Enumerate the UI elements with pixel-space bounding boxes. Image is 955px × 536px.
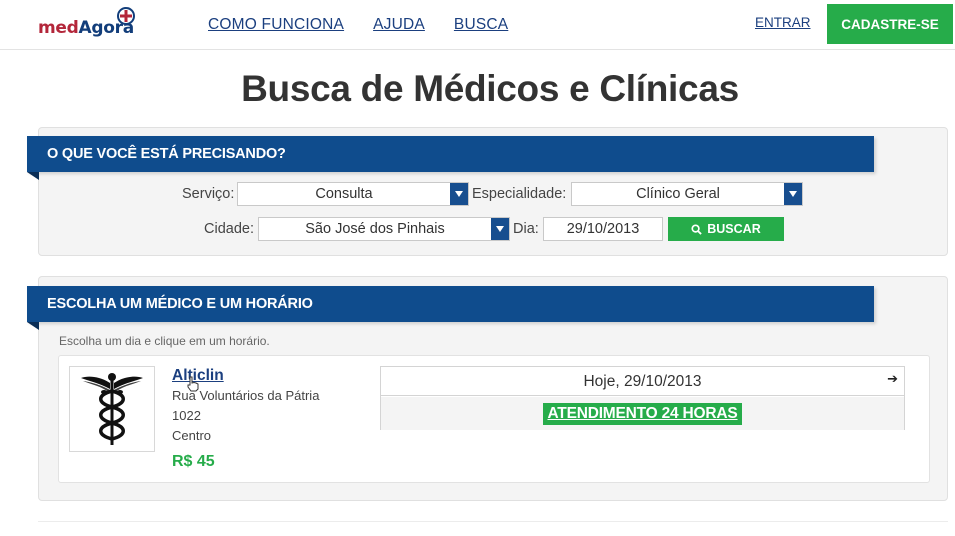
schedule-date: Hoje, 29/10/2013 [381,367,904,396]
results-hint: Escolha um dia e clique em um horário. [59,334,270,348]
main-nav: COMO FUNCIONA AJUDA BUSCA [208,16,508,34]
city-select-value: São José dos Pinhais [305,221,445,237]
chevron-down-icon [450,183,468,205]
signup-button[interactable]: CADASTRE-SE [827,4,953,44]
medagora-logo[interactable]: medAgora [38,7,135,39]
service-select-value: Consulta [315,186,373,202]
nav-ajuda[interactable]: AJUDA [373,16,425,34]
city-select[interactable]: São José dos Pinhais [258,217,510,241]
service-select[interactable]: Consulta [237,182,469,206]
top-navigation-bar: medAgora COMO FUNCIONA AJUDA BUSCA ENTRA… [0,0,955,50]
clinic-image [69,366,155,452]
search-icon [691,223,702,235]
search-button[interactable]: BUSCAR [668,217,784,241]
day-label: Dia: [513,221,539,237]
results-panel-heading: ESCOLHA UM MÉDICO E UM HORÁRIO [27,286,874,330]
clinic-address-street: Rua Voluntários da Pátria [172,388,320,403]
specialty-select[interactable]: Clínico Geral [571,182,803,206]
city-label: Cidade: [204,221,254,237]
search-panel: O QUE VOCÊ ESTÁ PRECISANDO? Serviço: Con… [27,127,948,256]
results-panel: ESCOLHA UM MÉDICO E UM HORÁRIO Escolha u… [27,276,948,501]
chevron-down-icon [784,183,802,205]
slot-24h-button[interactable]: ATENDIMENTO 24 HORAS [543,402,742,425]
service-label: Serviço: [182,186,235,202]
clinic-address-district: Centro [172,428,212,443]
arrow-right-icon[interactable]: ➔ [887,371,898,387]
page-title: Busca de Médicos e Clínicas [241,68,739,109]
result-card: Alticlin Rua Voluntários da Pátria 1022 … [58,355,930,483]
search-panel-heading: O QUE VOCÊ ESTÁ PRECISANDO? [27,136,874,180]
login-link[interactable]: ENTRAR [755,15,811,30]
medical-cross-icon [117,7,135,25]
search-button-label: BUSCAR [707,222,761,236]
schedule-slots: ATENDIMENTO 24 HORAS [381,397,904,430]
clinic-address-number: 1022 [172,408,201,423]
footer-divider [38,521,948,522]
day-input[interactable]: 29/10/2013 [543,217,663,241]
nav-como-funciona[interactable]: COMO FUNCIONA [208,16,344,34]
chevron-down-icon [491,218,509,240]
specialty-label: Especialidade: [472,186,567,202]
schedule-box: Hoje, 29/10/2013 ➔ ATENDIMENTO 24 HORAS [380,366,905,430]
specialty-select-value: Clínico Geral [636,186,720,202]
nav-busca[interactable]: BUSCA [454,16,508,34]
caduceus-icon [81,373,143,445]
clinic-price: R$ 45 [172,453,215,470]
